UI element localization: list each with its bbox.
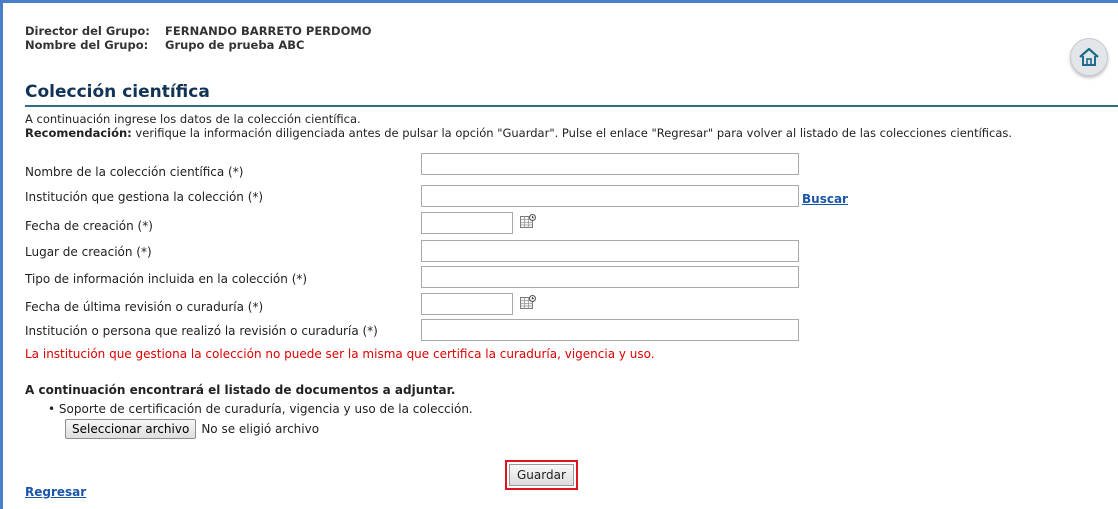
tipo-label: Tipo de información incluida en la colec… <box>25 272 308 286</box>
row-tipo: Tipo de información incluida en la colec… <box>25 266 1105 288</box>
file-upload: Seleccionar archivo No se eligió archivo <box>65 419 319 439</box>
home-button[interactable] <box>1070 38 1108 76</box>
director-label: Director del Grupo: <box>25 24 150 38</box>
buscar-link[interactable]: Buscar <box>802 192 848 206</box>
revisor-label: Institución o persona que realizó la rev… <box>25 324 378 338</box>
back-link[interactable]: Regresar <box>25 485 86 499</box>
recommendation-text: verifique la información diligenciada an… <box>131 126 1013 140</box>
institucion-input[interactable] <box>421 185 799 207</box>
row-lugar: Lugar de creación (*) <box>25 240 1105 262</box>
window-top-border <box>0 0 1118 3</box>
document-item-label: Soporte de certificación de curaduría, v… <box>58 402 473 416</box>
fecha-revision-input[interactable] <box>421 293 513 315</box>
group-label: Nombre del Grupo: <box>25 38 149 52</box>
institucion-label: Institución que gestiona la colección (*… <box>25 190 264 204</box>
row-revisor: Institución o persona que realizó la rev… <box>25 319 1105 341</box>
home-icon <box>1079 47 1099 66</box>
tipo-input[interactable] <box>421 266 799 288</box>
page-title: Colección científica <box>25 82 1118 107</box>
file-status: No se eligió archivo <box>201 422 320 436</box>
document-list-item: • Soporte de certificación de curaduría,… <box>48 402 473 416</box>
revisor-input[interactable] <box>421 319 799 341</box>
intro-line: A continuación ingrese los datos de la c… <box>25 112 361 126</box>
documents-title: A continuación encontrará el listado de … <box>25 383 456 397</box>
row-fecha-creacion: Fecha de creación (*) <box>25 212 1105 234</box>
calendar-icon[interactable] <box>520 295 536 310</box>
group-value: Grupo de prueba ABC <box>165 38 305 52</box>
row-fecha-revision: Fecha de última revisión o curaduría (*) <box>25 293 1105 315</box>
calendar-icon[interactable] <box>520 214 536 229</box>
group-header: Director del Grupo: FERNANDO BARRETO PERD… <box>25 24 372 52</box>
select-file-button[interactable]: Seleccionar archivo <box>65 419 197 439</box>
lugar-label: Lugar de creación (*) <box>25 245 152 259</box>
fecha-revision-label: Fecha de última revisión o curaduría (*) <box>25 300 264 314</box>
fecha-creacion-label: Fecha de creación (*) <box>25 219 153 233</box>
intro-text: A continuación ingrese los datos de la c… <box>25 112 1012 140</box>
row-institucion: Institución que gestiona la colección (*… <box>25 185 1105 207</box>
row-nombre: Nombre de la colección científica (*) <box>25 153 1105 179</box>
lugar-input[interactable] <box>421 240 799 262</box>
save-highlight: Guardar <box>505 460 578 490</box>
recommendation-label: Recomendación: <box>25 126 132 140</box>
save-button[interactable]: Guardar <box>509 464 574 486</box>
window-left-border <box>0 0 3 509</box>
nombre-label: Nombre de la colección científica (*) <box>25 165 244 179</box>
nombre-input[interactable] <box>421 153 799 175</box>
director-value: FERNANDO BARRETO PERDOMO <box>165 24 372 38</box>
fecha-creacion-input[interactable] <box>421 212 513 234</box>
error-message: La institución que gestiona la colección… <box>25 347 655 361</box>
